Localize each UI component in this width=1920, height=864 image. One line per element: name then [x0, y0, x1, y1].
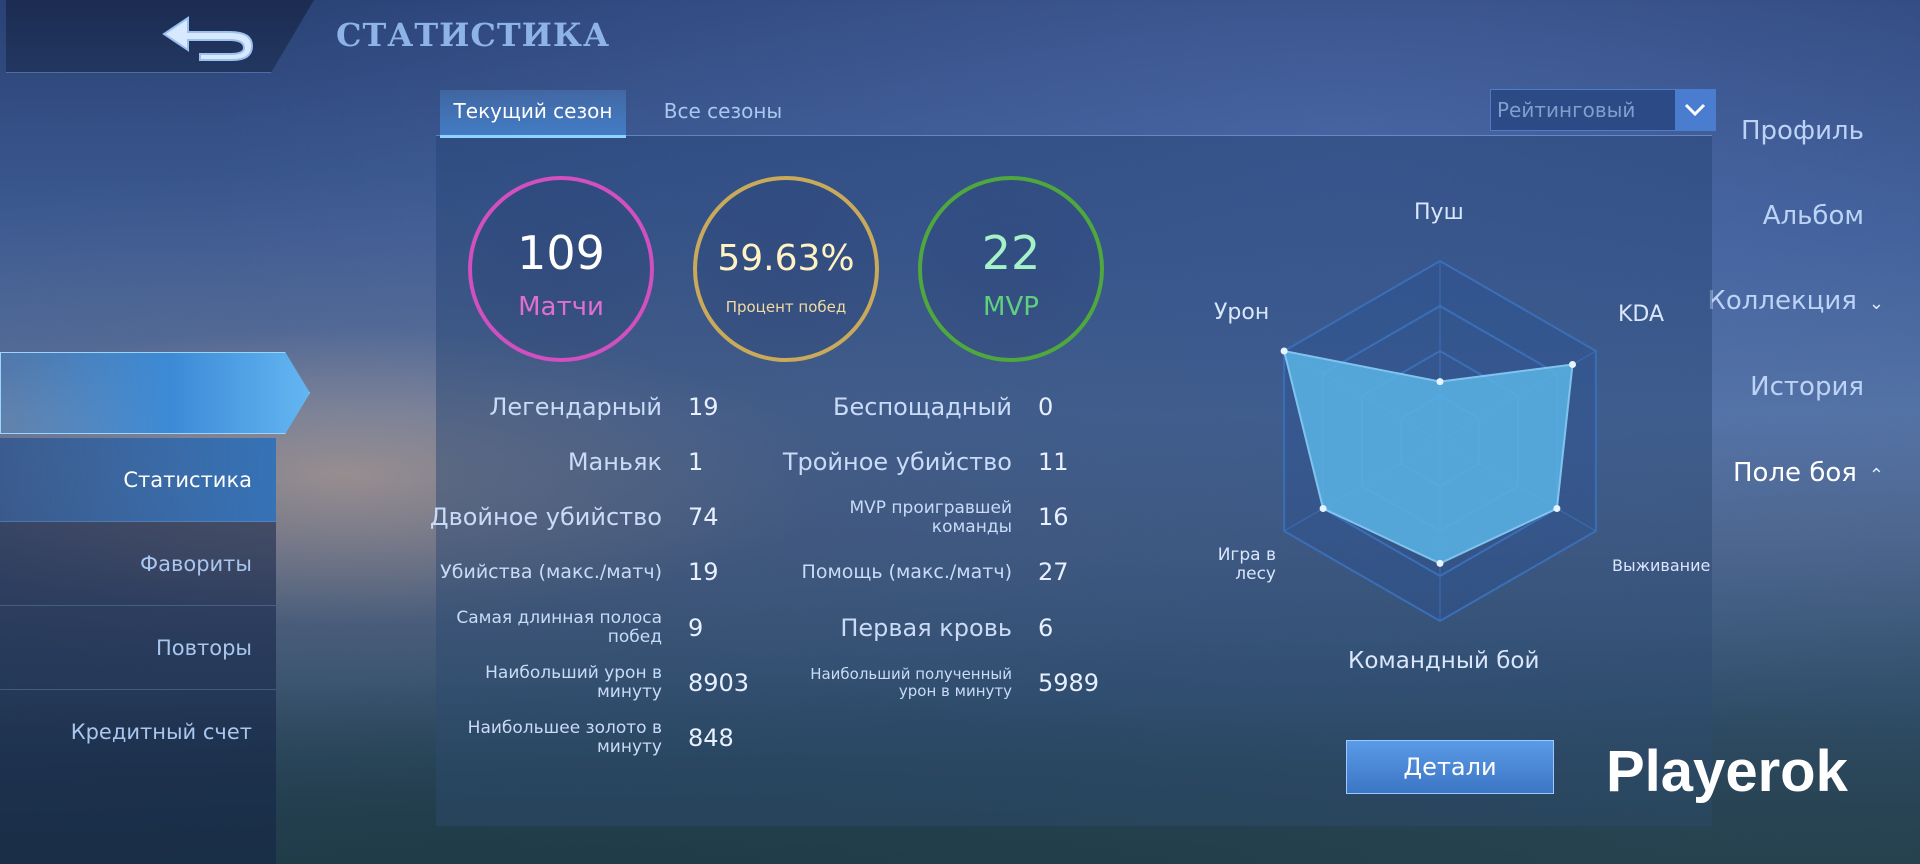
- mode-select-value: Рейтинговый: [1497, 98, 1636, 122]
- stat-value-max-damage-taken: 5989: [1038, 669, 1100, 697]
- label-line: минуту: [596, 737, 662, 757]
- stat-value-double-kill: 74: [688, 503, 719, 531]
- matches-label: Матчи: [518, 292, 604, 322]
- chevron-down-icon: ⌄: [1868, 293, 1884, 314]
- winrate-value: 59.63%: [717, 238, 855, 279]
- label-line: команды: [931, 517, 1012, 537]
- watermark-logo: Playerok: [1606, 739, 1848, 804]
- radar-label-jungle: Игра в лесу: [1214, 546, 1276, 584]
- subnav-label: Фавориты: [140, 552, 252, 576]
- stat-value-maniac: 1: [688, 448, 704, 476]
- stat-label-maniac: Маньяк: [567, 448, 662, 476]
- nav-label: Альбом: [1762, 201, 1864, 231]
- label-line: минуту: [596, 682, 662, 702]
- radar-point: [1436, 378, 1444, 386]
- chevron-up-icon: ⌃: [1868, 465, 1884, 486]
- subnav-label: Повторы: [155, 636, 252, 660]
- mvp-value: 22: [981, 226, 1041, 280]
- label-line: Самая длинная полоса: [456, 608, 662, 628]
- nav-battlefield[interactable]: Поле боя ⌃: [1733, 458, 1884, 488]
- label-line: Игра в: [1217, 545, 1276, 565]
- label-line: побед: [607, 627, 662, 647]
- radar-label-survival: Выживание: [1612, 556, 1711, 575]
- subnav-label: Кредитный счет: [70, 720, 252, 744]
- stat-value-triple-kill: 11: [1038, 448, 1069, 476]
- radar-point: [1436, 559, 1444, 567]
- tab-all-seasons[interactable]: Все сезоны: [648, 90, 798, 135]
- winrate-circle: 59.63% Процент побед: [693, 176, 879, 362]
- stat-value-legendary: 19: [688, 393, 719, 421]
- radar-point: [1553, 505, 1561, 512]
- label-line: MVP проигравшей: [849, 498, 1012, 518]
- stat-label-triple-kill: Тройное убийство: [782, 448, 1012, 476]
- subnav-label: Статистика: [123, 468, 252, 492]
- label-line: Наибольший урон в: [485, 663, 662, 683]
- chevron-down-icon: [1675, 90, 1715, 130]
- nav-history[interactable]: История: [1750, 372, 1864, 402]
- details-button[interactable]: Детали: [1346, 740, 1554, 794]
- matches-circle: 109 Матчи: [468, 176, 654, 362]
- nav-profile[interactable]: Профиль: [1741, 116, 1864, 146]
- nav-collection[interactable]: Коллекция ⌄: [1707, 286, 1884, 316]
- stat-value-max-gold-min: 848: [688, 724, 734, 752]
- page-title: СТАТИСТИКА: [336, 16, 611, 54]
- stat-value-max-kills: 19: [688, 558, 719, 586]
- mvp-label: MVP: [983, 292, 1039, 322]
- back-arrow-icon: [162, 16, 254, 61]
- nav-label: Профиль: [1740, 116, 1864, 146]
- stat-value-mvp-lose: 16: [1038, 503, 1069, 531]
- stat-label-max-damage-taken: Наибольший полученный урон в минуту: [810, 666, 1012, 700]
- subnav-replays[interactable]: Повторы: [0, 606, 276, 690]
- radar-label-teamfight: Командный бой: [1348, 648, 1540, 674]
- stat-label-win-streak: Самая длинная полоса побед: [456, 609, 662, 647]
- label-line: Наибольшее золото в: [467, 718, 662, 738]
- stat-label-first-blood: Первая кровь: [840, 614, 1012, 642]
- subnav-credit-score[interactable]: Кредитный счет: [0, 690, 276, 774]
- radar-point: [1569, 361, 1577, 368]
- nav-active-highlight: [0, 352, 310, 434]
- mvp-circle: 22 MVP: [918, 176, 1104, 362]
- nav-label: Поле боя: [1732, 458, 1857, 488]
- label-line: Наибольший полученный: [810, 665, 1012, 683]
- mode-select[interactable]: Рейтинговый: [1490, 89, 1716, 131]
- stat-value-first-blood: 6: [1038, 614, 1054, 642]
- stat-value-savage: 0: [1038, 393, 1054, 421]
- stat-label-savage: Беспощадный: [833, 393, 1012, 421]
- stat-value-max-assists: 27: [1038, 558, 1069, 586]
- matches-value: 109: [517, 226, 605, 280]
- tabs-divider: [436, 135, 1712, 136]
- stat-value-max-damage-min: 8903: [688, 669, 750, 697]
- winrate-label: Процент побед: [725, 298, 847, 316]
- radar-point: [1280, 347, 1288, 355]
- tab-current-season[interactable]: Текущий сезон: [440, 90, 626, 138]
- stat-value-win-streak: 9: [688, 614, 704, 642]
- radar-chart: [1280, 259, 1597, 623]
- stat-label-mvp-lose: MVP проигравшей команды: [849, 499, 1012, 537]
- radar-label-damage: Урон: [1214, 300, 1270, 325]
- nav-label: История: [1750, 372, 1864, 402]
- stat-label-max-damage-min: Наибольший урон в минуту: [485, 664, 662, 702]
- radar-label-kda: KDA: [1618, 302, 1665, 327]
- back-button[interactable]: [160, 10, 256, 62]
- stat-label-max-kills: Убийства (макс./матч): [440, 561, 662, 583]
- stat-label-double-kill: Двойное убийство: [429, 503, 662, 531]
- label-line: урон в минуту: [898, 682, 1012, 700]
- radar-point: [1319, 505, 1327, 512]
- stat-label-max-assists: Помощь (макс./матч): [801, 561, 1012, 583]
- sidebar-subpanel: Статистика Фавориты Повторы Кредитный сч…: [0, 438, 276, 864]
- label-line: лесу: [1235, 564, 1276, 584]
- nav-album[interactable]: Альбом: [1763, 201, 1864, 231]
- stat-label-max-gold-min: Наибольшее золото в минуту: [468, 719, 662, 757]
- radar-label-push: Пуш: [1414, 200, 1464, 225]
- subnav-statistics[interactable]: Статистика: [0, 438, 276, 522]
- stat-label-legendary: Легендарный: [489, 393, 662, 421]
- nav-label: Коллекция: [1707, 286, 1857, 316]
- subnav-favorites[interactable]: Фавориты: [0, 522, 276, 606]
